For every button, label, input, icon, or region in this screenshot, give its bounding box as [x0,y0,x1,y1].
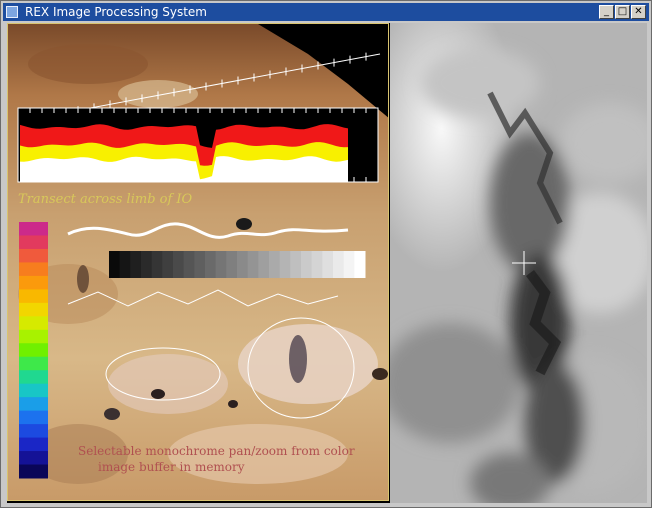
color-scale-swatch [19,451,48,466]
title-bar[interactable]: REX Image Processing System _ □ ✕ [3,3,649,21]
color-scale-swatch [19,289,48,304]
grayscale-swatch [205,251,217,278]
color-image-pane[interactable]: Transect across limb of IO Selectable mo… [7,23,389,501]
note-line-1: Selectable monochrome pan/zoom from colo… [78,444,355,458]
color-scale-swatch [19,383,48,398]
grayscale-bar [109,251,366,278]
color-scale-swatch [19,329,48,344]
grayscale-swatch [343,251,355,278]
client-area: Transect across limb of IO Selectable mo… [7,23,647,503]
grayscale-swatch [247,251,259,278]
color-scale-swatch [19,410,48,425]
io-color-image [8,24,388,500]
grayscale-swatch [151,251,163,278]
grayscale-swatch [322,251,334,278]
color-scale-swatch [19,397,48,412]
grayscale-swatch [354,251,366,278]
grayscale-swatch [311,251,323,278]
color-scale-swatch [19,316,48,331]
grayscale-swatch [141,251,153,278]
grayscale-swatch [173,251,185,278]
color-scale-swatch [19,275,48,290]
grayscale-swatch [130,251,142,278]
maximize-button[interactable]: □ [615,5,630,19]
transect-caption: Transect across limb of IO [18,192,193,207]
rex-window: REX Image Processing System _ □ ✕ Transe… [0,0,652,508]
grayscale-swatch [301,251,313,278]
grayscale-swatch [237,251,249,278]
monochrome-zoom-pane[interactable] [390,23,647,503]
minimize-button[interactable]: _ [599,5,614,19]
grayscale-swatch [183,251,195,278]
window-title: REX Image Processing System [25,5,207,19]
rex-app-icon[interactable] [6,6,18,18]
color-scale-swatch [19,343,48,358]
color-scale-swatch [19,437,48,452]
grayscale-swatch [279,251,291,278]
grayscale-swatch [162,251,174,278]
grayscale-swatch [290,251,302,278]
note-line-2: image buffer in memory [98,460,245,474]
color-scale-swatch [19,464,48,479]
grayscale-swatch [226,251,238,278]
color-scale-swatch [19,235,48,250]
grayscale-swatch [194,251,206,278]
grayscale-swatch [333,251,345,278]
grayscale-swatch [119,251,131,278]
color-scale-swatch [19,302,48,317]
grayscale-swatch [258,251,270,278]
monochrome-image [390,23,647,503]
color-scale-swatch [19,222,48,236]
grayscale-swatch [109,251,121,278]
grayscale-swatch [269,251,281,278]
close-button[interactable]: ✕ [631,5,646,19]
color-scale-swatch [19,356,48,371]
color-scale-swatch [19,248,48,263]
color-scale-swatch [19,424,48,439]
color-scale-swatch [19,262,48,277]
color-scale-swatch [19,370,48,385]
grayscale-swatch [215,251,227,278]
